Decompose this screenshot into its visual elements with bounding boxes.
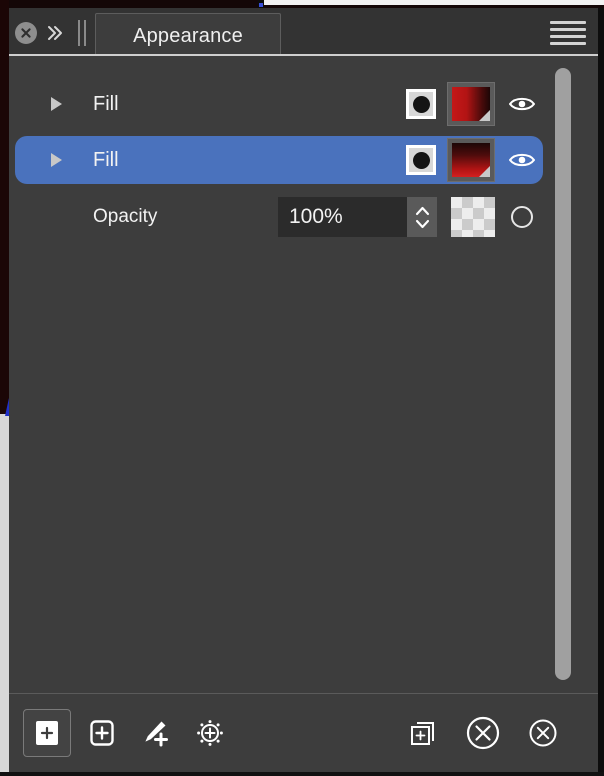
panel-gripper-icon[interactable] [73,20,91,46]
circle-in-square-icon[interactable] [406,145,436,175]
vertical-scrollbar-thumb[interactable] [555,68,571,680]
eye-icon[interactable] [501,83,543,125]
add-new-effect-button[interactable] [187,710,233,756]
empty-circle-icon[interactable] [501,196,543,238]
add-new-stroke-button[interactable] [79,710,125,756]
disclosure-triangle-right-icon[interactable] [51,97,79,111]
panel-tab-bar: Appearance [9,8,598,58]
footer-right-group [400,710,566,756]
screenshot-root: Appearance Fill Fill Opacity 100% [0,0,604,776]
clear-appearance-button[interactable] [460,710,506,756]
disclosure-triangle-right-icon[interactable] [51,153,79,167]
opacity-input[interactable] [278,197,407,237]
vertical-scrollbar[interactable] [552,68,574,680]
add-new-fill-button[interactable] [23,709,71,757]
tab-appearance-label: Appearance [133,24,243,47]
double-chevron-right-icon[interactable] [42,21,66,45]
appearance-row-label: Fill [93,148,119,171]
appearance-row-opacity: Opacity [15,193,543,241]
appearance-list: Fill Fill Opacity 100% [9,56,598,693]
top-window-highlight [258,0,604,5]
appearance-panel: Appearance Fill Fill Opacity 100% [9,8,598,772]
gradient-swatch-icon[interactable] [447,82,495,126]
add-new-brush-button[interactable] [133,710,179,756]
appearance-row-fill-2[interactable]: Fill [15,136,543,184]
gradient-swatch-icon[interactable] [447,138,495,182]
bottom-window-edge [0,772,604,776]
top-blue-artifact [259,3,263,7]
appearance-row-label: Fill [93,92,119,115]
opacity-field[interactable] [278,197,437,237]
circle-in-square-icon[interactable] [406,89,436,119]
left-window-edge-dark [0,0,9,414]
opacity-label: Opacity [93,206,158,227]
delete-item-button[interactable] [520,710,566,756]
duplicate-item-button[interactable] [400,710,446,756]
appearance-row-fill-1[interactable]: Fill [15,80,543,128]
transparency-checkerboard-icon[interactable] [451,197,495,237]
tab-appearance[interactable]: Appearance [95,13,281,58]
footer-left-group [23,709,233,757]
stepper-up-down-icon[interactable] [407,197,437,237]
left-window-edge-light [0,414,9,776]
right-window-edge [598,8,604,776]
eye-icon[interactable] [501,139,543,181]
hamburger-menu-icon[interactable] [550,20,586,46]
close-circle-icon[interactable] [15,22,37,44]
panel-footer-toolbar [9,693,598,772]
